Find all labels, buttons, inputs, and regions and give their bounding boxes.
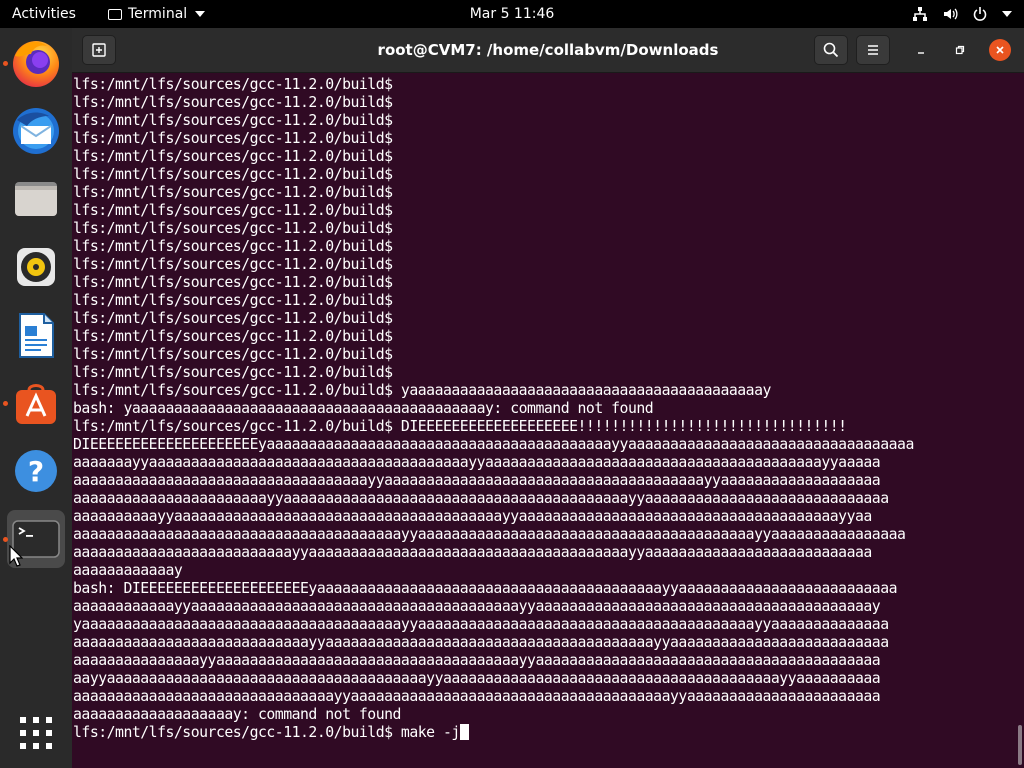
terminal-line: aaaaaaaaaayyaaaaaaaaaaaaaaaaaaaaaaaaaaaa… [73,508,872,525]
text-cursor [459,724,469,740]
volume-icon [944,8,958,20]
search-icon [823,42,839,58]
terminal-line: lfs:/mnt/lfs/sources/gcc-11.2.0/build$ [73,130,393,147]
new-tab-icon [92,43,106,57]
terminal-line: lfs:/mnt/lfs/sources/gcc-11.2.0/build$ [73,364,393,381]
firefox-icon [13,41,59,87]
software-icon [16,384,56,424]
terminal-current-line: lfs:/mnt/lfs/sources/gcc-11.2.0/build$ m… [73,724,914,742]
terminal-line: yaaaaaaaaaaaaaaaaaaaaaaaaaaaaaaaaaaaaaay… [73,616,889,633]
terminal-line: aaaaaaaaaaaaaaayyaaaaaaaaaaaaaaaaaaaaaaa… [73,652,881,669]
terminal-area[interactable]: lfs:/mnt/lfs/sources/gcc-11.2.0/build$ lf… [72,73,1024,768]
minimize-icon [918,52,924,54]
terminal-line: lfs:/mnt/lfs/sources/gcc-11.2.0/build$ D… [73,418,847,435]
dock-item-help[interactable]: ? [7,442,65,500]
terminal-line: aayyaaaaaaaaaaaaaaaaaaaaaaaaaaaaaaaaaaaa… [73,670,881,687]
terminal-line: bash: DIEEEEEEEEEEEEEEEEEEEEyaaaaaaaaaaa… [73,580,898,597]
help-icon: ? [15,450,57,492]
terminal-line: aaaaaaaaaaaaaaaaaaaaaaaaaaaayyaaaaaaaaaa… [73,634,889,651]
app-grid-icon [20,717,52,749]
search-button[interactable] [814,35,848,65]
terminal-line: aaaaaaaaaaaayyaaaaaaaaaaaaaaaaaaaaaaaaaa… [73,598,881,615]
rhythmbox-icon [17,248,55,286]
network-icon [913,7,927,21]
terminal-line: lfs:/mnt/lfs/sources/gcc-11.2.0/build$ [73,166,393,183]
dock-item-rhythmbox[interactable] [7,238,65,296]
terminal-line: lfs:/mnt/lfs/sources/gcc-11.2.0/build$ [73,274,393,291]
terminal-line: aaaaaaaaaaaaaaaaaaaaaaayyaaaaaaaaaaaaaaa… [73,490,889,507]
terminal-line: lfs:/mnt/lfs/sources/gcc-11.2.0/build$ [73,112,393,129]
terminal-line: lfs:/mnt/lfs/sources/gcc-11.2.0/build$ y… [73,382,771,399]
terminal-line: lfs:/mnt/lfs/sources/gcc-11.2.0/build$ [73,76,393,93]
app-menu-label: Terminal [128,6,188,22]
show-applications-button[interactable] [7,704,65,762]
close-icon [996,46,1004,54]
terminal-line: aaaaaaaaaaaaaaaaaaaaaaaaaaaaaaayyaaaaaaa… [73,688,881,705]
menu-button[interactable] [856,35,890,65]
running-indicator [3,401,8,406]
terminal-line: aaaaaaayyaaaaaaaaaaaaaaaaaaaaaaaaaaaaaaa… [73,454,881,471]
close-button[interactable] [989,39,1011,61]
terminal-output: lfs:/mnt/lfs/sources/gcc-11.2.0/build$ lf… [73,76,914,742]
dock-item-ubuntu-software[interactable] [7,374,65,432]
terminal-line: aaaaaaaaaaaaaaaaaaay: command not found [73,706,401,723]
terminal-line: bash: yaaaaaaaaaaaaaaaaaaaaaaaaaaaaaaaaa… [73,400,654,417]
svg-text:?: ? [28,455,44,488]
maximize-button[interactable] [949,39,971,61]
terminal-line: lfs:/mnt/lfs/sources/gcc-11.2.0/build$ [73,220,393,237]
terminal-line: lfs:/mnt/lfs/sources/gcc-11.2.0/build$ [73,202,393,219]
terminal-line: lfs:/mnt/lfs/sources/gcc-11.2.0/build$ [73,148,393,165]
terminal-icon [108,8,122,20]
dock-item-thunderbird[interactable] [7,102,65,160]
current-prompt: lfs:/mnt/lfs/sources/gcc-11.2.0/build$ m… [73,724,460,741]
terminal-line: lfs:/mnt/lfs/sources/gcc-11.2.0/build$ [73,184,393,201]
writer-icon [19,313,54,358]
terminal-line: aaaaaaaaaaaaaaaaaaaaaaaaaaaaaaaaaaaaaaay… [73,526,906,543]
terminal-line: lfs:/mnt/lfs/sources/gcc-11.2.0/build$ [73,346,393,363]
minimize-button[interactable] [910,39,932,61]
chevron-down-icon [1002,11,1012,17]
restore-icon [955,45,965,55]
terminal-line: aaaaaaaaaaaaaaaaaaaaaaaaaayyaaaaaaaaaaaa… [73,544,872,561]
new-tab-button[interactable] [82,35,116,65]
terminal-line: aaaaaaaaaaaaaaaaaaaaaaaaaaaaaaaaaaayyaaa… [73,472,881,489]
dock: ? [0,28,72,768]
running-indicator [3,537,8,542]
running-indicator [3,61,8,66]
activities-button[interactable]: Activities [12,0,76,28]
terminal-line: lfs:/mnt/lfs/sources/gcc-11.2.0/build$ [73,94,393,111]
top-bar: Activities Terminal Mar 5 11:46 [0,0,1024,28]
hamburger-menu-icon [868,45,878,55]
mouse-pointer-icon [9,545,23,567]
system-status-menu[interactable] [912,0,1012,28]
app-menu-button[interactable]: Terminal [108,0,206,28]
dock-item-files[interactable] [7,170,65,228]
thunderbird-icon [13,108,59,154]
terminal-line: lfs:/mnt/lfs/sources/gcc-11.2.0/build$ [73,256,393,273]
terminal-line: lfs:/mnt/lfs/sources/gcc-11.2.0/build$ [73,328,393,345]
terminal-line: lfs:/mnt/lfs/sources/gcc-11.2.0/build$ [73,310,393,327]
terminal-line: aaaaaaaaaaaay [73,562,183,579]
window-header-bar[interactable]: root@CVM7: /home/collabvm/Downloads [72,28,1024,73]
terminal-line: lfs:/mnt/lfs/sources/gcc-11.2.0/build$ [73,238,393,255]
files-icon [15,182,57,216]
scrollbar[interactable] [1018,725,1022,765]
chevron-down-icon [195,11,206,17]
terminal-window: root@CVM7: /home/collabvm/Downloads lfs:… [72,28,1024,768]
power-icon [973,7,987,21]
terminal-line: DIEEEEEEEEEEEEEEEEEEEEyaaaaaaaaaaaaaaaaa… [73,436,914,453]
dock-item-writer[interactable] [7,306,65,364]
terminal-line: lfs:/mnt/lfs/sources/gcc-11.2.0/build$ [73,292,393,309]
dock-item-firefox[interactable] [7,34,65,92]
